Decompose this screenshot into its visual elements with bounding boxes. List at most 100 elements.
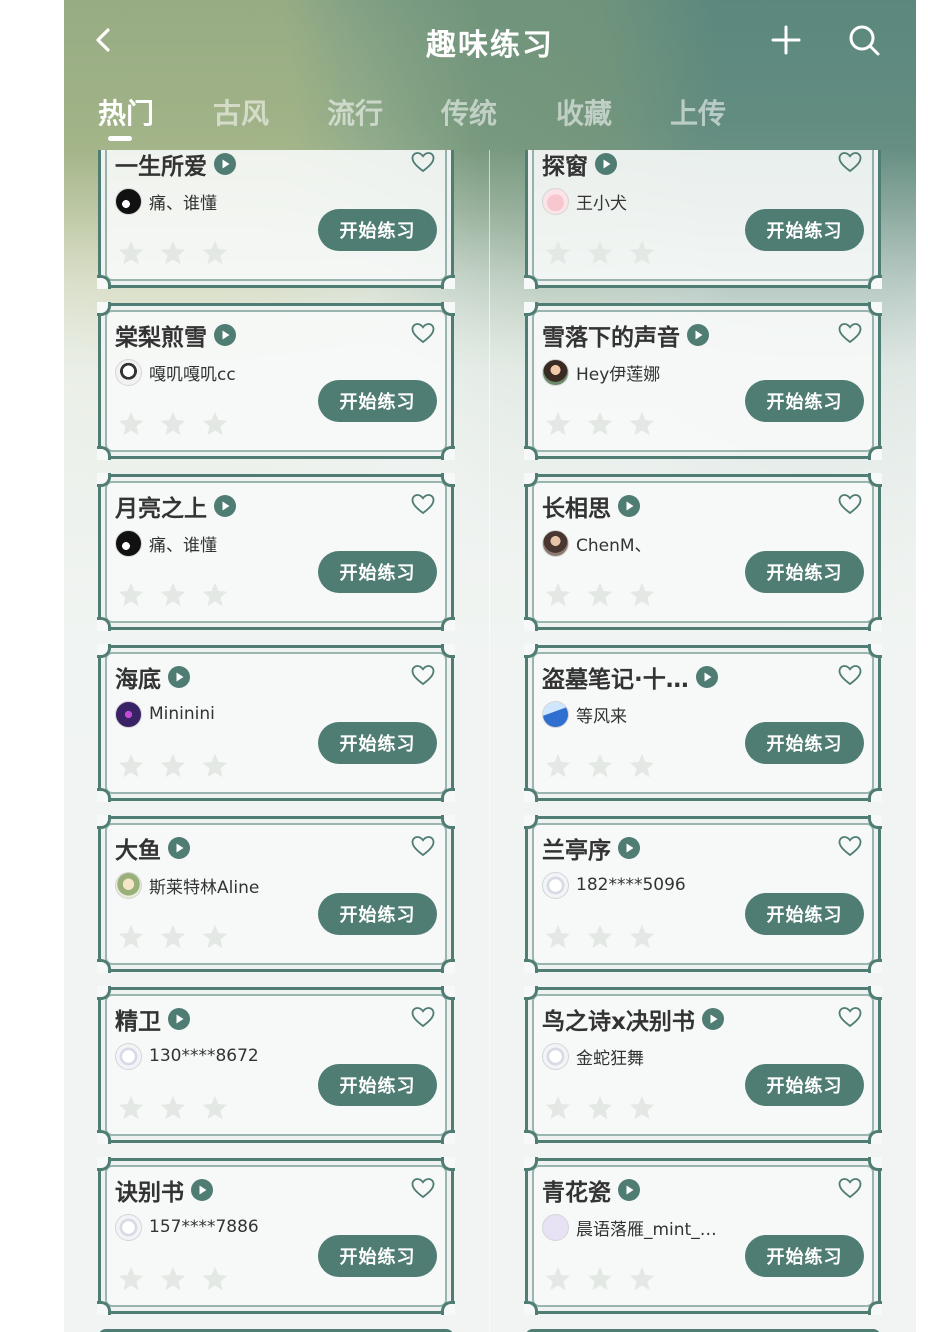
play-icon[interactable] <box>213 323 237 347</box>
play-icon[interactable] <box>686 323 710 347</box>
heart-icon[interactable] <box>838 1006 862 1028</box>
card-corner-ornament <box>97 986 111 1000</box>
play-icon[interactable] <box>617 836 641 860</box>
heart-icon[interactable] <box>838 322 862 344</box>
play-icon[interactable] <box>167 836 191 860</box>
avatar[interactable] <box>115 529 142 557</box>
song-card[interactable]: 青花瓷 晨语落雁_mint_… 开始练习 <box>524 1157 882 1315</box>
author-row[interactable]: 金蛇狂舞 <box>542 1042 644 1070</box>
avatar[interactable] <box>542 1213 569 1241</box>
author-row[interactable]: 157****7886 <box>115 1213 259 1241</box>
author-row[interactable]: Hey伊莲娜 <box>542 358 660 386</box>
avatar[interactable] <box>115 358 142 386</box>
author-row[interactable]: ChenM、 <box>542 529 652 557</box>
tab-hot[interactable]: 热门 <box>86 92 166 141</box>
play-icon[interactable] <box>190 1178 214 1202</box>
song-card[interactable]: 大鱼 斯莱特林Aline 开始练习 <box>97 815 455 973</box>
song-card[interactable]: 海底 Mininini 开始练习 <box>97 644 455 802</box>
tab-ancient-style[interactable]: 古风 <box>201 92 281 132</box>
tab-traditional[interactable]: 传统 <box>429 92 509 132</box>
song-title-row: 长相思 <box>542 491 641 522</box>
avatar[interactable] <box>115 1042 142 1070</box>
start-practice-button[interactable]: 开始练习 <box>318 722 437 764</box>
song-card[interactable]: 棠梨煎雪 嘎叽嘎叽cc 开始练习 <box>97 302 455 460</box>
tab-pop[interactable]: 流行 <box>315 92 395 132</box>
song-card[interactable]: 诀别书 157****7886 开始练习 <box>97 1157 455 1315</box>
search-button[interactable] <box>846 22 882 58</box>
start-practice-button[interactable]: 开始练习 <box>745 209 864 251</box>
heart-icon[interactable] <box>411 1006 435 1028</box>
play-icon[interactable] <box>213 152 237 176</box>
play-icon[interactable] <box>213 494 237 518</box>
start-practice-button[interactable]: 开始练习 <box>318 551 437 593</box>
start-practice-button[interactable]: 开始练习 <box>318 1064 437 1106</box>
song-card[interactable]: 鸟之诗x决别书 金蛇狂舞 开始练习 <box>524 986 882 1144</box>
avatar[interactable] <box>542 529 569 557</box>
star-icon <box>118 582 144 607</box>
author-row[interactable]: 痛、谁懂 <box>115 529 217 557</box>
tab-upload[interactable]: 上传 <box>658 92 738 132</box>
author-row[interactable]: 130****8672 <box>115 1042 259 1070</box>
song-card[interactable]: 精卫 130****8672 开始练习 <box>97 986 455 1144</box>
avatar[interactable] <box>115 1213 142 1241</box>
star-icon <box>545 1095 571 1120</box>
start-practice-button[interactable]: 开始练习 <box>318 380 437 422</box>
author-name: 等风来 <box>576 706 627 727</box>
avatar[interactable] <box>542 700 569 728</box>
start-practice-button[interactable]: 开始练习 <box>745 380 864 422</box>
avatar[interactable] <box>542 358 569 386</box>
author-row[interactable]: 痛、谁懂 <box>115 187 217 215</box>
song-card[interactable]: 一生所爱 痛、谁懂 开始练习 <box>97 150 455 289</box>
start-practice-button[interactable]: 开始练习 <box>745 551 864 593</box>
author-row[interactable]: 斯莱特林Aline <box>115 871 259 899</box>
heart-icon[interactable] <box>838 1177 862 1199</box>
avatar[interactable] <box>115 871 142 899</box>
play-icon[interactable] <box>695 665 719 689</box>
heart-icon[interactable] <box>411 151 435 173</box>
card-corner-ornament <box>524 959 538 973</box>
avatar[interactable] <box>115 187 142 215</box>
heart-icon[interactable] <box>411 493 435 515</box>
play-icon[interactable] <box>594 152 618 176</box>
song-card[interactable]: 雪落下的声音 Hey伊莲娜 开始练习 <box>524 302 882 460</box>
heart-icon[interactable] <box>838 835 862 857</box>
avatar[interactable] <box>115 700 142 728</box>
start-practice-button[interactable]: 开始练习 <box>318 209 437 251</box>
play-icon[interactable] <box>701 1007 725 1031</box>
play-icon[interactable] <box>617 494 641 518</box>
play-icon[interactable] <box>167 665 191 689</box>
start-practice-button[interactable]: 开始练习 <box>745 893 864 935</box>
song-card[interactable]: 盗墓笔记·十… 等风来 开始练习 <box>524 644 882 802</box>
tab-favorites[interactable]: 收藏 <box>544 92 624 132</box>
author-row[interactable]: 晨语落雁_mint_… <box>542 1213 717 1241</box>
start-practice-button[interactable]: 开始练习 <box>745 1235 864 1277</box>
avatar[interactable] <box>542 1042 569 1070</box>
heart-icon[interactable] <box>411 1177 435 1199</box>
heart-icon[interactable] <box>411 322 435 344</box>
add-button[interactable] <box>768 22 804 58</box>
card-corner-ornament <box>524 275 538 289</box>
heart-icon[interactable] <box>838 493 862 515</box>
play-icon[interactable] <box>167 1007 191 1031</box>
avatar[interactable] <box>542 871 569 899</box>
author-row[interactable]: 182****5096 <box>542 871 686 899</box>
author-row[interactable]: 王小犬 <box>542 187 627 215</box>
heart-icon[interactable] <box>411 835 435 857</box>
song-card[interactable]: 探窗 王小犬 开始练习 <box>524 150 882 289</box>
play-icon[interactable] <box>617 1178 641 1202</box>
author-row[interactable]: Mininini <box>115 700 215 728</box>
heart-icon[interactable] <box>838 664 862 686</box>
avatar[interactable] <box>542 187 569 215</box>
start-practice-button[interactable]: 开始练习 <box>318 893 437 935</box>
start-practice-button[interactable]: 开始练习 <box>318 1235 437 1277</box>
heart-icon[interactable] <box>838 151 862 173</box>
song-card[interactable]: 月亮之上 痛、谁懂 开始练习 <box>97 473 455 631</box>
author-row[interactable]: 等风来 <box>542 700 627 728</box>
start-practice-button[interactable]: 开始练习 <box>745 1064 864 1106</box>
heart-icon[interactable] <box>411 664 435 686</box>
song-card[interactable]: 长相思 ChenM、开始练习 <box>524 473 882 631</box>
start-practice-button[interactable]: 开始练习 <box>745 722 864 764</box>
rating-stars <box>544 410 670 438</box>
author-row[interactable]: 嘎叽嘎叽cc <box>115 358 236 386</box>
song-card[interactable]: 兰亭序 182****5096 开始练习 <box>524 815 882 973</box>
